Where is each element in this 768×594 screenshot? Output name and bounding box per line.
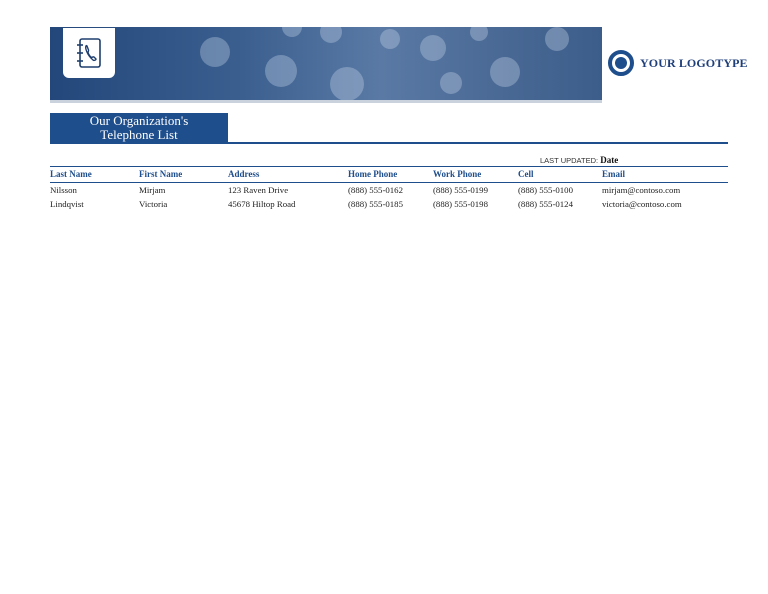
last-updated-label: LAST UPDATED: bbox=[540, 156, 599, 165]
cell-cell-phone[interactable]: (888) 555-0100 bbox=[518, 183, 602, 198]
column-header-first-name[interactable]: First Name bbox=[139, 166, 228, 183]
logo-text: YOUR LOGOTYPE bbox=[640, 55, 748, 70]
column-header-work-phone[interactable]: Work Phone bbox=[433, 166, 518, 183]
address-book-phone-icon bbox=[77, 38, 101, 68]
column-header-address[interactable]: Address bbox=[228, 166, 348, 183]
header-banner bbox=[50, 27, 602, 102]
last-updated: LAST UPDATED: Date bbox=[540, 155, 618, 165]
banner-divider bbox=[50, 100, 602, 103]
logo-circle-icon bbox=[608, 50, 634, 76]
cell-first-name[interactable]: Victoria bbox=[139, 197, 228, 211]
title-rule bbox=[50, 142, 728, 144]
telephone-table: Last Name First Name Address Home Phone … bbox=[50, 166, 728, 211]
column-header-cell[interactable]: Cell bbox=[518, 166, 602, 183]
cell-home-phone[interactable]: (888) 555-0185 bbox=[348, 197, 433, 211]
cell-address[interactable]: 123 Raven Drive bbox=[228, 183, 348, 198]
cell-work-phone[interactable]: (888) 555-0198 bbox=[433, 197, 518, 211]
cell-cell-phone[interactable]: (888) 555-0124 bbox=[518, 197, 602, 211]
phone-book-tile bbox=[63, 28, 115, 78]
page-title: Our Organization's Telephone List bbox=[50, 113, 228, 143]
table-row: Lindqvist Victoria 45678 Hiltop Road (88… bbox=[50, 197, 728, 211]
cell-work-phone[interactable]: (888) 555-0199 bbox=[433, 183, 518, 198]
cell-first-name[interactable]: Mirjam bbox=[139, 183, 228, 198]
cell-last-name[interactable]: Nilsson bbox=[50, 183, 139, 198]
column-header-email[interactable]: Email bbox=[602, 166, 728, 183]
company-logo: YOUR LOGOTYPE bbox=[608, 50, 748, 76]
table-header-row: Last Name First Name Address Home Phone … bbox=[50, 166, 728, 183]
last-updated-value[interactable]: Date bbox=[600, 155, 618, 165]
cell-last-name[interactable]: Lindqvist bbox=[50, 197, 139, 211]
cell-email-link[interactable]: mirjam@contoso.com bbox=[602, 183, 728, 198]
column-header-home-phone[interactable]: Home Phone bbox=[348, 166, 433, 183]
cell-address[interactable]: 45678 Hiltop Road bbox=[228, 197, 348, 211]
page-title-line1: Our Organization's bbox=[89, 113, 189, 128]
page-title-line2: Telephone List bbox=[100, 127, 178, 142]
column-header-last-name[interactable]: Last Name bbox=[50, 166, 139, 183]
table-row: Nilsson Mirjam 123 Raven Drive (888) 555… bbox=[50, 183, 728, 198]
cell-email-link[interactable]: victoria@contoso.com bbox=[602, 197, 728, 211]
cell-home-phone[interactable]: (888) 555-0162 bbox=[348, 183, 433, 198]
